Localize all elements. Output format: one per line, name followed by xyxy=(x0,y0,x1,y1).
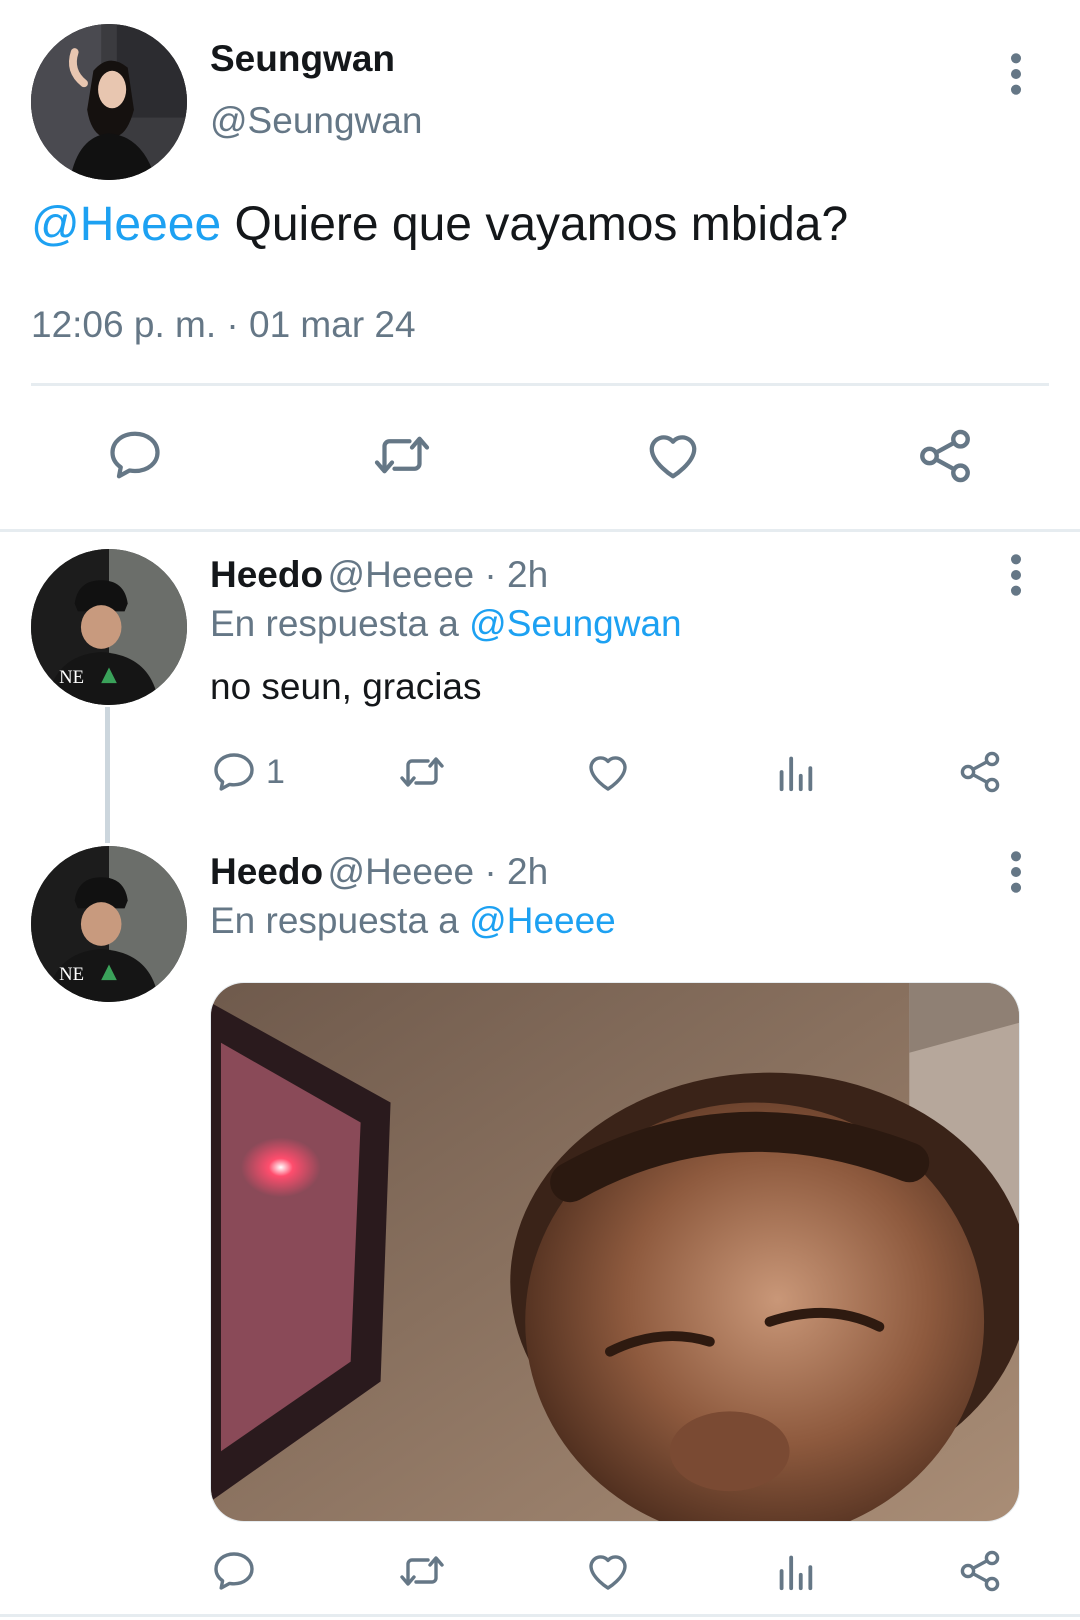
svg-text:NE: NE xyxy=(59,964,84,985)
divider xyxy=(31,383,1049,386)
more-options-icon[interactable] xyxy=(996,842,1036,902)
reply-prefix: En respuesta a xyxy=(210,603,470,644)
share-icon xyxy=(956,1547,1004,1595)
avatar[interactable] xyxy=(31,24,187,180)
reply-button[interactable] xyxy=(105,425,165,485)
tweet-text: @Heeee Quiere que vayamos mbida? xyxy=(31,196,848,254)
like-icon xyxy=(642,425,704,485)
share-icon xyxy=(914,425,976,487)
share-button[interactable] xyxy=(956,748,1004,796)
tweet-body: Quiere que vayamos mbida? xyxy=(221,198,849,251)
retweet-button[interactable] xyxy=(370,425,434,485)
like-button[interactable] xyxy=(642,425,704,485)
svg-text:NE: NE xyxy=(59,667,84,688)
reply-button[interactable] xyxy=(210,1547,258,1595)
share-button[interactable] xyxy=(914,425,976,487)
reply-icon xyxy=(105,425,165,485)
analytics-button[interactable] xyxy=(772,748,818,796)
tweet-media-image[interactable] xyxy=(210,982,1020,1522)
like-icon xyxy=(584,1547,632,1595)
in-reply-to: En respuesta a @Heeee xyxy=(210,900,616,942)
section-divider xyxy=(0,529,1080,532)
retweet-icon xyxy=(370,425,434,485)
author-name[interactable]: Heedo xyxy=(210,554,323,595)
reply-to-mention[interactable]: @Heeee xyxy=(469,900,616,941)
in-reply-to: En respuesta a @Seungwan xyxy=(210,603,682,645)
analytics-icon xyxy=(772,1547,818,1595)
retweet-icon xyxy=(397,748,447,796)
like-icon xyxy=(584,748,632,796)
share-button[interactable] xyxy=(956,1547,1004,1595)
reply-to-mention[interactable]: @Seungwan xyxy=(469,603,681,644)
reply-icon xyxy=(210,748,258,796)
author-name[interactable]: Heedo xyxy=(210,851,323,892)
more-options-icon[interactable] xyxy=(996,545,1036,605)
reply-button[interactable]: 1 xyxy=(210,748,285,796)
mention-link[interactable]: @Heeee xyxy=(31,198,221,251)
author-name[interactable]: Seungwan xyxy=(210,38,395,80)
retweet-button[interactable] xyxy=(397,748,447,796)
analytics-button[interactable] xyxy=(772,1547,818,1595)
reply-header: Heedo @Heeee · 2h xyxy=(210,851,548,893)
avatar[interactable]: NE xyxy=(31,549,187,705)
avatar[interactable]: NE xyxy=(31,846,187,1002)
more-options-icon[interactable] xyxy=(996,44,1036,104)
reply-text: no seun, gracias xyxy=(210,666,482,707)
reply-count: 1 xyxy=(266,752,285,791)
analytics-icon xyxy=(772,748,818,796)
reply-icon xyxy=(210,1547,258,1595)
share-icon xyxy=(956,748,1004,796)
retweet-icon xyxy=(397,1547,447,1595)
reply-time[interactable]: · 2h xyxy=(474,554,548,595)
author-handle[interactable]: @Seungwan xyxy=(210,100,422,142)
like-button[interactable] xyxy=(584,748,632,796)
author-handle[interactable]: @Heeee xyxy=(328,851,475,892)
retweet-button[interactable] xyxy=(397,1547,447,1595)
reply-time[interactable]: · 2h xyxy=(474,851,548,892)
bottom-divider xyxy=(0,1614,1080,1617)
like-button[interactable] xyxy=(584,1547,632,1595)
reply-prefix: En respuesta a xyxy=(210,900,470,941)
reply-header: Heedo @Heeee · 2h xyxy=(210,554,548,596)
tweet-timestamp[interactable]: 12:06 p. m. · 01 mar 24 xyxy=(31,304,416,346)
author-handle[interactable]: @Heeee xyxy=(328,554,475,595)
thread-line xyxy=(105,707,110,843)
